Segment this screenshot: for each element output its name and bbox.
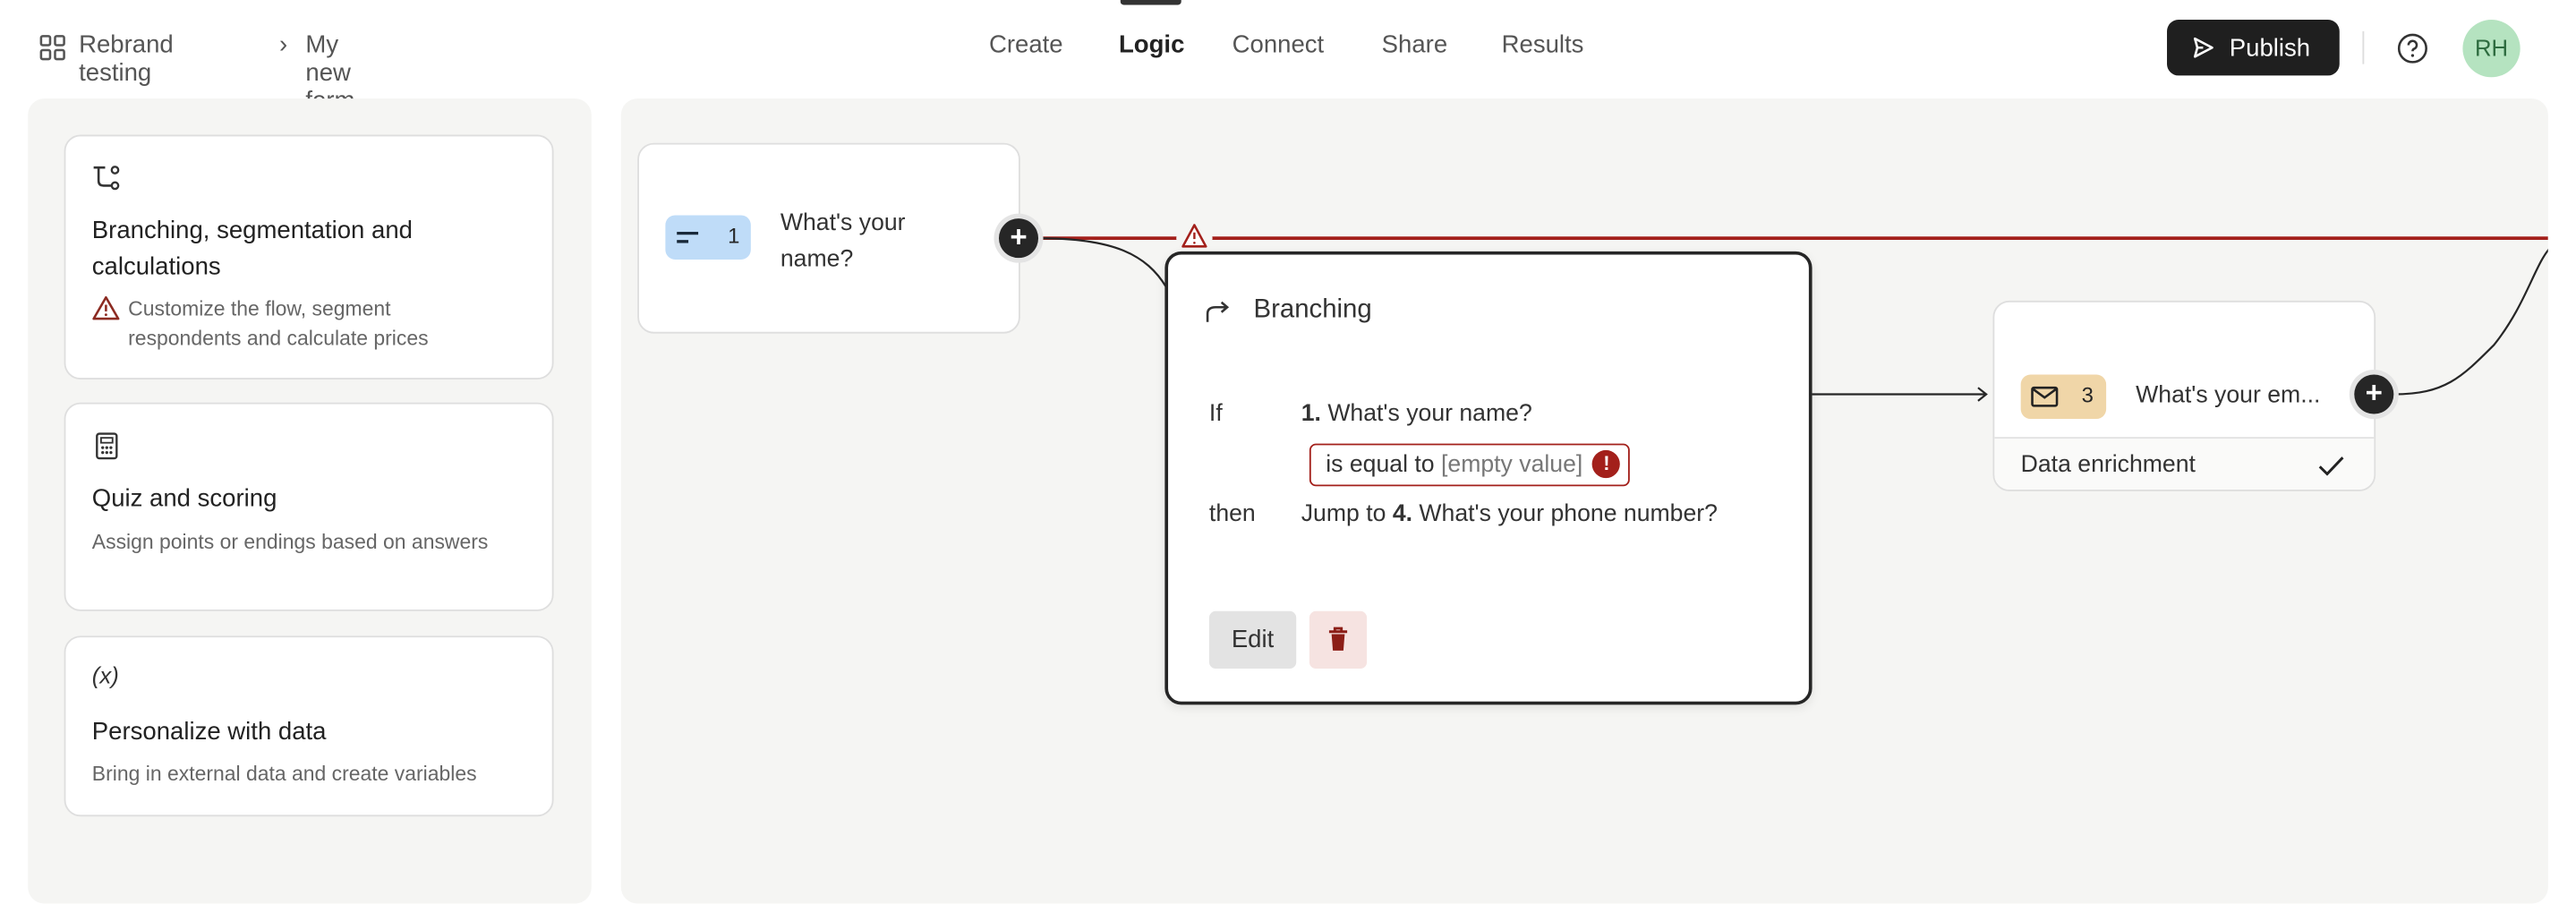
question-number: 4. xyxy=(1392,500,1413,528)
publish-label: Publish xyxy=(2229,34,2311,63)
check-icon xyxy=(2318,456,2344,476)
card-title: Branching, segmentation and calculations xyxy=(91,217,413,281)
connection-curve xyxy=(2393,248,2548,396)
app: Rebrand testing › My new form Create Log… xyxy=(0,0,2576,904)
chevron-right-icon: › xyxy=(279,30,288,60)
card-description: Bring in external data and create variab… xyxy=(91,762,477,786)
branching-popup: Branching If 1. What's your name? is equ… xyxy=(1164,251,1813,705)
card-description: Assign points or endings based on answer… xyxy=(91,530,489,554)
then-action: Jump to 4. What's your phone number? xyxy=(1301,501,1718,527)
condition-chip[interactable]: is equal to [empty value] ! xyxy=(1309,443,1631,487)
question-text: What's your name? xyxy=(1327,400,1532,428)
question-text: What's your phone number? xyxy=(1419,500,1718,528)
action-prefix: Jump to xyxy=(1301,500,1386,528)
connection-curve xyxy=(1038,237,1168,288)
card-description: Customize the flow, segment respondents … xyxy=(128,297,429,350)
question-circle-icon[interactable] xyxy=(2397,33,2428,64)
calculator-icon xyxy=(96,432,118,460)
question-title: What's your name? xyxy=(780,209,906,273)
send-icon xyxy=(2193,37,2213,58)
card-title: Quiz and scoring xyxy=(91,484,277,513)
question-number: 1 xyxy=(728,223,740,249)
logic-sidebar: Branching, segmentation and calculations… xyxy=(28,98,592,904)
condition-operator: is equal to xyxy=(1326,451,1435,479)
card-title: Personalize with data xyxy=(91,718,327,746)
data-enrichment-row[interactable]: Data enrichment xyxy=(1994,437,2375,490)
card-branching[interactable]: Branching, segmentation and calculations… xyxy=(64,134,554,380)
tab-create[interactable]: Create xyxy=(989,31,1063,59)
tab-connect[interactable]: Connect xyxy=(1233,31,1325,59)
question-badge: 1 xyxy=(665,215,751,260)
email-icon xyxy=(2031,386,2059,407)
tab-logic[interactable]: Logic xyxy=(1119,31,1184,59)
publish-button[interactable]: Publish xyxy=(2167,20,2340,76)
breadcrumb-workspace[interactable]: Rebrand testing xyxy=(79,31,174,87)
question-badge: 3 xyxy=(2020,374,2107,420)
branch-icon xyxy=(93,166,120,191)
avatar[interactable]: RH xyxy=(2462,20,2521,78)
question-node-1[interactable]: 1 What's your name? xyxy=(637,142,1020,334)
variable-icon: (x) xyxy=(91,661,119,689)
redirect-arrow-icon xyxy=(1206,301,1230,322)
tab-share[interactable]: Share xyxy=(1382,31,1447,59)
question-node-3[interactable]: 3 What's your em... Data enrichment xyxy=(1992,300,2376,491)
logic-canvas[interactable]: 1 What's your name? + 3 What's your em..… xyxy=(620,98,2548,904)
question-number: 1. xyxy=(1301,400,1321,428)
error-icon: ! xyxy=(1592,449,1621,479)
delete-button[interactable] xyxy=(1309,610,1368,669)
data-enrichment-label: Data enrichment xyxy=(2020,451,2196,479)
grid-icon[interactable] xyxy=(39,35,65,61)
if-question: 1. What's your name? xyxy=(1301,401,1532,427)
divider xyxy=(2362,30,2365,64)
card-personalize[interactable]: (x) Personalize with data Bring in exter… xyxy=(64,635,554,817)
card-quiz-scoring[interactable]: Quiz and scoring Assign points or ending… xyxy=(64,402,554,611)
warning-icon xyxy=(92,295,120,320)
edit-button[interactable]: Edit xyxy=(1208,610,1297,669)
question-number: 3 xyxy=(2081,382,2094,408)
add-logic-button[interactable]: + xyxy=(2354,374,2394,414)
if-label: If xyxy=(1208,400,1223,428)
short-text-icon xyxy=(677,231,699,243)
trash-icon xyxy=(1328,627,1348,651)
active-tab-indicator xyxy=(1120,0,1181,5)
then-label: then xyxy=(1208,500,1256,528)
condition-value: [empty value] xyxy=(1440,451,1583,479)
tab-results[interactable]: Results xyxy=(1502,31,1584,59)
add-logic-button[interactable]: + xyxy=(998,218,1039,259)
question-title: What's your em... xyxy=(2136,382,2321,410)
popup-title: Branching xyxy=(1253,295,1372,324)
